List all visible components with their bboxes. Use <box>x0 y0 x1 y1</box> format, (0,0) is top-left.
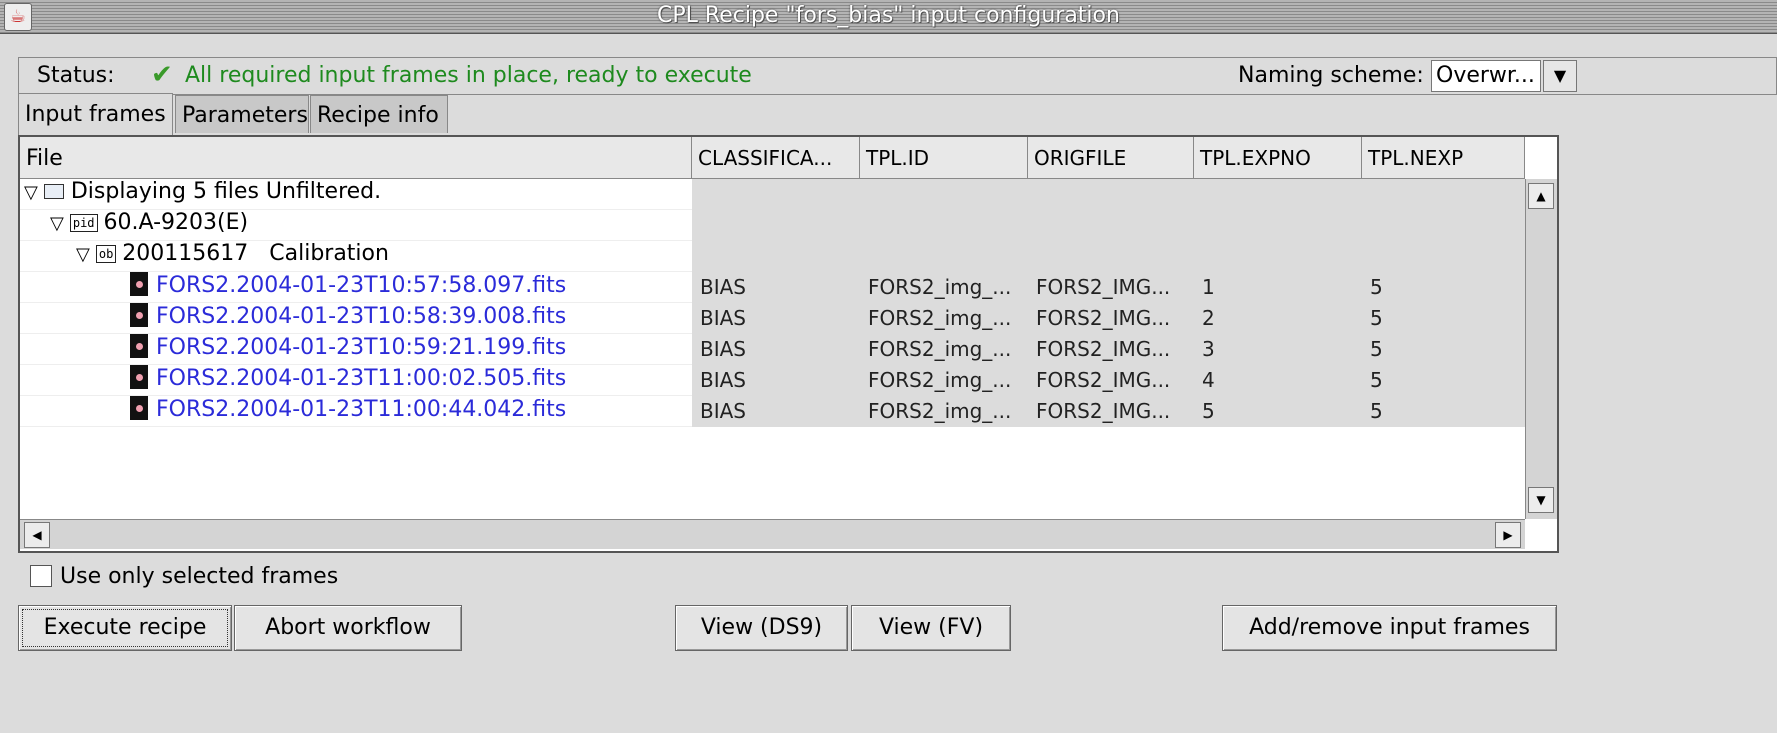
file-name: FORS2.2004-01-23T10:59:21.199.fits <box>156 335 567 360</box>
column-header-tpl-id[interactable]: TPL.ID <box>860 137 1028 179</box>
use-selected-frames-checkbox[interactable] <box>30 565 52 587</box>
expand-triangle-icon[interactable]: ▽ <box>50 213 64 234</box>
tree-root-row[interactable]: ▽ Displaying 5 files Unfiltered. <box>20 179 692 210</box>
column-header-tpl-expno[interactable]: TPL.EXPNO <box>1194 137 1362 179</box>
table-body: ▽ Displaying 5 files Unfiltered. ▽ pid 60.A… <box>20 179 1525 519</box>
cell-origfile: FORS2_IMG... <box>1036 337 1171 361</box>
column-header-classification[interactable]: CLASSIFICA... <box>692 137 860 179</box>
tab-parameters[interactable]: Parameters <box>175 95 309 133</box>
fits-file-icon <box>130 396 148 420</box>
table-header: File CLASSIFICA... TPL.ID ORIGFILE TPL.E… <box>20 137 1525 179</box>
cell-classification: BIAS <box>700 275 746 299</box>
column-header-file[interactable]: File <box>20 137 692 179</box>
add-remove-frames-button[interactable]: Add/remove input frames <box>1222 605 1557 651</box>
scroll-down-icon[interactable]: ▼ <box>1528 487 1554 513</box>
cell-tpl-nexp: 5 <box>1370 275 1383 299</box>
cell-tpl-nexp: 5 <box>1370 306 1383 330</box>
horizontal-scrollbar[interactable]: ◀ ▶ <box>20 519 1525 549</box>
cell-tpl-id: FORS2_img_... <box>868 275 1012 299</box>
tree-pid-row[interactable]: ▽ pid 60.A-9203(E) <box>20 210 692 241</box>
cell-tpl-nexp: 5 <box>1370 399 1383 423</box>
scroll-left-icon[interactable]: ◀ <box>24 522 50 548</box>
table-row[interactable]: FORS2.2004-01-23T11:00:02.505.fits <box>20 365 692 396</box>
cell-classification: BIAS <box>700 368 746 392</box>
cell-tpl-expno: 4 <box>1202 368 1215 392</box>
view-ds9-button[interactable]: View (DS9) <box>675 605 848 651</box>
cell-tpl-nexp: 5 <box>1370 368 1383 392</box>
pid-icon: pid <box>69 214 98 232</box>
cell-origfile: FORS2_IMG... <box>1036 306 1171 330</box>
use-selected-frames-label: Use only selected frames <box>60 564 339 589</box>
file-name: FORS2.2004-01-23T11:00:44.042.fits <box>156 397 567 422</box>
table-row[interactable]: FORS2.2004-01-23T10:57:58.097.fits <box>20 272 692 303</box>
file-name: FORS2.2004-01-23T10:57:58.097.fits <box>156 273 567 298</box>
column-header-tpl-nexp[interactable]: TPL.NEXP <box>1362 137 1525 179</box>
column-header-origfile[interactable]: ORIGFILE <box>1028 137 1194 179</box>
scroll-right-icon[interactable]: ▶ <box>1495 522 1521 548</box>
table-row[interactable]: FORS2.2004-01-23T11:00:44.042.fits <box>20 396 692 427</box>
cell-tpl-nexp: 5 <box>1370 337 1383 361</box>
tab-recipe-info[interactable]: Recipe info <box>310 95 448 133</box>
status-message: All required input frames in place, read… <box>185 63 752 88</box>
folder-icon <box>43 184 64 199</box>
cell-tpl-id: FORS2_img_... <box>868 337 1012 361</box>
cell-classification: BIAS <box>700 337 746 361</box>
cell-origfile: FORS2_IMG... <box>1036 368 1171 392</box>
file-name: FORS2.2004-01-23T10:58:39.008.fits <box>156 304 567 329</box>
cell-tpl-expno: 1 <box>1202 275 1215 299</box>
expand-triangle-icon[interactable]: ▽ <box>24 182 38 203</box>
fits-file-icon <box>130 303 148 327</box>
cell-classification: BIAS <box>700 399 746 423</box>
cell-tpl-id: FORS2_img_... <box>868 399 1012 423</box>
expand-triangle-icon[interactable]: ▽ <box>76 244 90 265</box>
chevron-down-icon[interactable]: ▼ <box>1543 60 1577 92</box>
fits-file-icon <box>130 334 148 358</box>
tab-input-frames[interactable]: Input frames <box>18 93 173 135</box>
table-row[interactable]: FORS2.2004-01-23T10:59:21.199.fits <box>20 334 692 365</box>
status-bar: Status: ✔ All required input frames in p… <box>18 57 1777 95</box>
window-title: CPL Recipe "fors_bias" input configurati… <box>657 3 1120 28</box>
use-selected-frames-option[interactable]: Use only selected frames <box>30 564 338 589</box>
tree-ob-row[interactable]: ▽ ob 200115617 Calibration <box>20 241 692 272</box>
checkmark-icon: ✔ <box>151 60 173 90</box>
table-row[interactable]: FORS2.2004-01-23T10:58:39.008.fits <box>20 303 692 334</box>
ob-icon: ob <box>95 245 117 263</box>
tree-ob-label: 200115617 Calibration <box>122 241 389 266</box>
naming-scheme-label: Naming scheme: <box>1238 63 1424 88</box>
execute-recipe-button[interactable]: Execute recipe <box>18 605 232 651</box>
scroll-up-icon[interactable]: ▲ <box>1528 183 1554 209</box>
cell-tpl-expno: 5 <box>1202 399 1215 423</box>
input-frames-table: File CLASSIFICA... TPL.ID ORIGFILE TPL.E… <box>18 135 1559 553</box>
cell-tpl-id: FORS2_img_... <box>868 368 1012 392</box>
cell-classification: BIAS <box>700 306 746 330</box>
vertical-scrollbar[interactable]: ▲ ▼ <box>1525 179 1557 519</box>
cell-origfile: FORS2_IMG... <box>1036 275 1171 299</box>
status-label: Status: <box>37 63 115 88</box>
cell-tpl-expno: 3 <box>1202 337 1215 361</box>
cell-tpl-expno: 2 <box>1202 306 1215 330</box>
view-fv-button[interactable]: View (FV) <box>851 605 1011 651</box>
tree-pid-label: 60.A-9203(E) <box>103 210 249 235</box>
fits-file-icon <box>130 272 148 296</box>
naming-scheme-select[interactable]: Overwr... <box>1431 60 1541 92</box>
abort-workflow-button[interactable]: Abort workflow <box>234 605 462 651</box>
fits-file-icon <box>130 365 148 389</box>
file-name: FORS2.2004-01-23T11:00:02.505.fits <box>156 366 567 391</box>
cell-origfile: FORS2_IMG... <box>1036 399 1171 423</box>
tree-root-label: Displaying 5 files Unfiltered. <box>70 179 382 204</box>
cell-tpl-id: FORS2_img_... <box>868 306 1012 330</box>
window-titlebar: ☕ CPL Recipe "fors_bias" input configura… <box>0 0 1777 34</box>
